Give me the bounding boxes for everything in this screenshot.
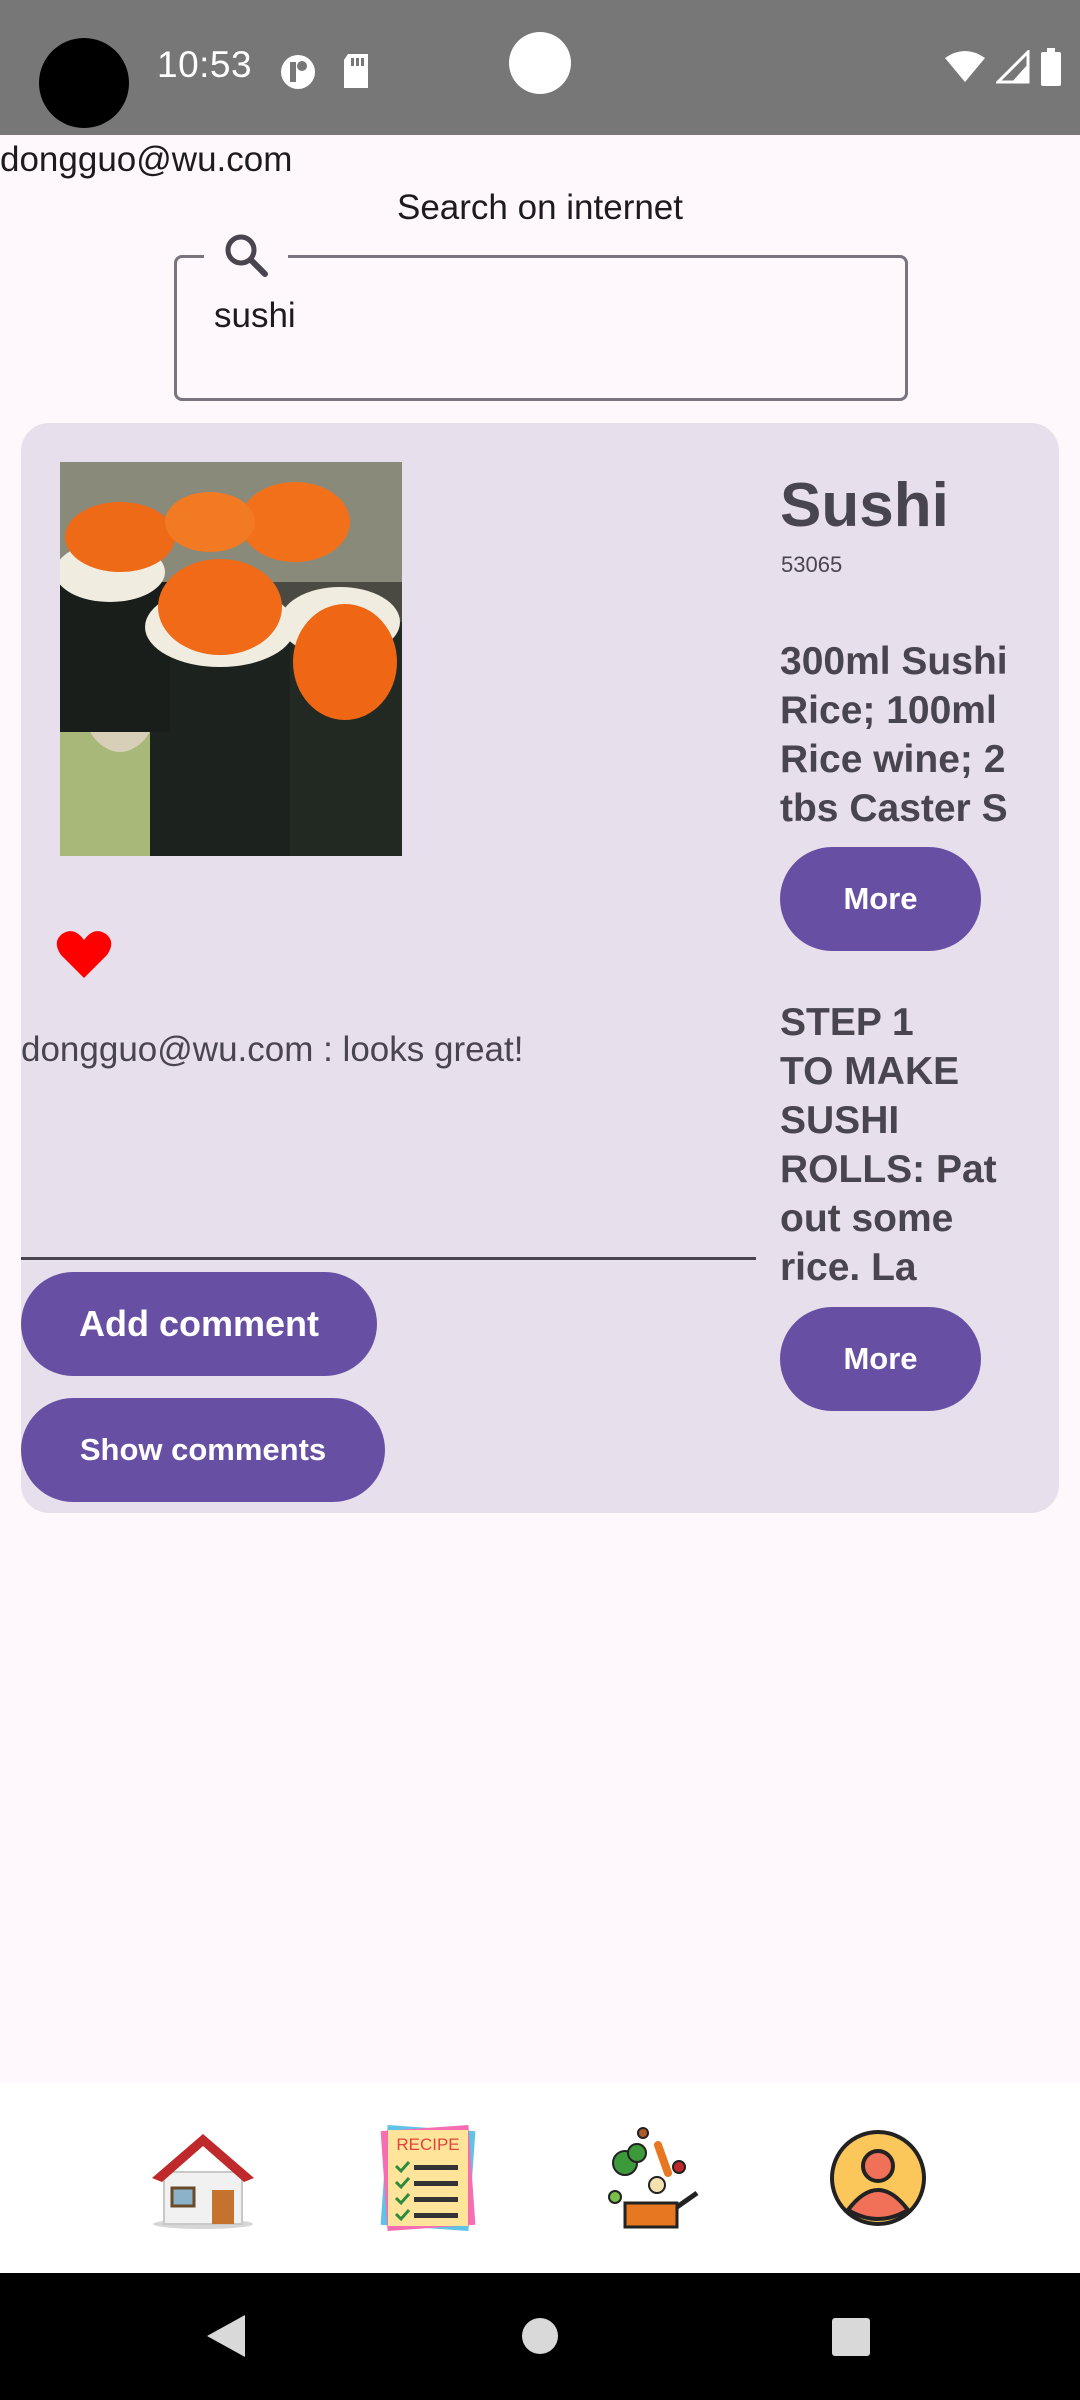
recipe-list-icon[interactable]: RECIPE: [373, 2123, 483, 2233]
recents-icon[interactable]: [831, 2317, 871, 2362]
user-email: dongguo@wu.com: [0, 140, 293, 179]
wifi-icon: [944, 50, 986, 89]
back-icon[interactable]: [203, 2313, 247, 2364]
recipe-image: [60, 462, 402, 856]
comment-item: dongguo@wu.com : looks great!: [21, 1030, 524, 1069]
system-navigation-bar: [0, 2273, 1080, 2400]
more-ingredients-button[interactable]: More: [780, 847, 981, 951]
show-comments-button[interactable]: Show comments: [21, 1398, 385, 1502]
recipe-title: Sushi: [780, 471, 949, 540]
home-icon[interactable]: [148, 2123, 258, 2233]
more-steps-button[interactable]: More: [780, 1307, 981, 1411]
favorite-heart-icon[interactable]: [56, 930, 112, 985]
recipe-id: 53065: [781, 552, 843, 577]
data-saver-icon: [278, 52, 318, 97]
battery-icon: [1040, 48, 1062, 91]
ingredients-text: 300ml Sushi Rice; 100ml Rice wine; 2 tbs…: [780, 640, 1008, 830]
profile-icon[interactable]: [823, 2123, 933, 2233]
svg-text:RECIPE: RECIPE: [396, 2135, 459, 2154]
status-time: 10:53: [157, 44, 253, 85]
system-icons: [944, 48, 1062, 91]
search-label: Search on internet: [396, 188, 683, 227]
search-input[interactable]: [214, 296, 814, 336]
signal-icon: [994, 48, 1030, 89]
search-icon[interactable]: [204, 225, 288, 285]
camera-cutout: [39, 38, 129, 128]
steps-text: STEP 1 TO MAKE SUSHI ROLLS: Pat out some…: [780, 1001, 997, 1289]
add-comment-button[interactable]: Add comment: [21, 1272, 377, 1376]
sd-card-icon: [340, 52, 372, 95]
cooking-icon[interactable]: [598, 2123, 708, 2233]
home-nav-icon[interactable]: [521, 2317, 559, 2360]
front-camera-dot: [509, 32, 571, 94]
comment-input[interactable]: [21, 1120, 756, 1260]
status-bar: 10:53: [0, 0, 1080, 135]
